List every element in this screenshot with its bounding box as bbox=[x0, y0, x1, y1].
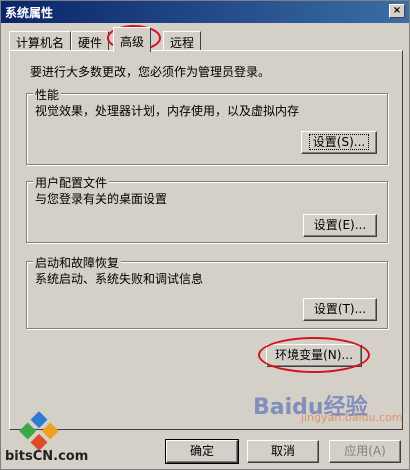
advanced-tab-panel: 要进行大多数更改，您必须作为管理员登录。 性能 视觉效果，处理器计划，内存使用，… bbox=[9, 50, 403, 430]
performance-settings-button[interactable]: 设置(S)... bbox=[301, 131, 377, 154]
apply-button[interactable]: 应用(A) bbox=[329, 440, 401, 463]
cancel-button[interactable]: 取消 bbox=[247, 440, 319, 463]
performance-group: 性能 视觉效果，处理器计划，内存使用，以及虚拟内存 设置(S)... bbox=[26, 86, 388, 165]
window-title: 系统属性 bbox=[5, 6, 54, 20]
performance-settings-label: 设置(S)... bbox=[308, 134, 370, 150]
performance-group-description: 视觉效果，处理器计划，内存使用，以及虚拟内存 bbox=[35, 104, 300, 118]
title-bar: 系统属性 × bbox=[1, 1, 409, 23]
user-profiles-group: 用户配置文件 与您登录有关的桌面设置 设置(E)... bbox=[26, 174, 388, 243]
ok-button[interactable]: 确定 bbox=[165, 439, 239, 464]
startup-recovery-group-title: 启动和故障恢复 bbox=[33, 254, 122, 271]
environment-variables-button[interactable]: 环境变量(N)... bbox=[266, 344, 362, 367]
close-button[interactable]: × bbox=[389, 4, 405, 18]
user-profiles-group-title: 用户配置文件 bbox=[33, 174, 110, 191]
startup-recovery-group: 启动和故障恢复 系统启动、系统失败和调试信息 设置(T)... bbox=[26, 254, 388, 329]
admin-notice: 要进行大多数更改，您必须作为管理员登录。 bbox=[30, 65, 271, 79]
startup-recovery-group-description: 系统启动、系统失败和调试信息 bbox=[35, 272, 204, 286]
tab-advanced[interactable]: 高级 bbox=[113, 27, 152, 52]
bitscn-logo-text: bitsCN.com bbox=[5, 449, 89, 464]
tab-computer-name[interactable]: 计算机名 bbox=[9, 31, 72, 51]
startup-recovery-settings-button[interactable]: 设置(T)... bbox=[303, 298, 377, 321]
tab-remote[interactable]: 远程 bbox=[163, 31, 202, 51]
user-profiles-group-description: 与您登录有关的桌面设置 bbox=[35, 192, 168, 206]
system-properties-dialog: 系统属性 × 计算机名 硬件 高级 远程 要进行大多数更改，您必须作为管理员登录… bbox=[0, 0, 410, 470]
user-profiles-settings-button[interactable]: 设置(E)... bbox=[303, 214, 377, 237]
tab-hardware[interactable]: 硬件 bbox=[71, 31, 110, 51]
performance-group-title: 性能 bbox=[33, 86, 62, 103]
baidu-watermark-url: jingyan.baidu.com bbox=[301, 411, 403, 424]
